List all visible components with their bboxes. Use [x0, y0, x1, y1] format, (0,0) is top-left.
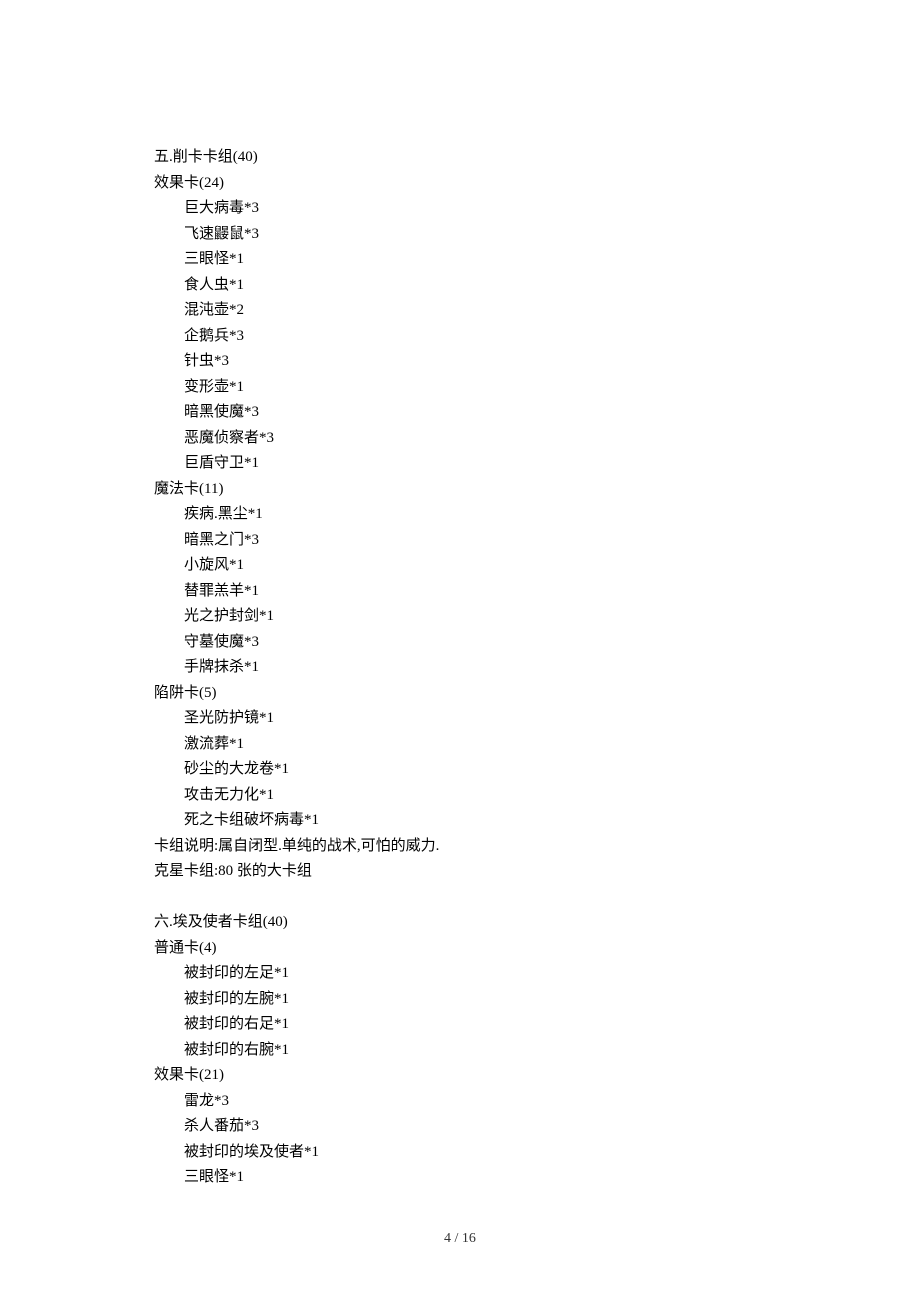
card-item: 光之护封剑*1	[154, 604, 750, 630]
card-item: 圣光防护镜*1	[154, 706, 750, 732]
deck6-title: 六.埃及使者卡组(40)	[154, 910, 750, 936]
spacer	[154, 885, 750, 911]
card-item: 巨盾守卫*1	[154, 451, 750, 477]
card-item: 三眼怪*1	[154, 247, 750, 273]
card-item: 疾病.黑尘*1	[154, 502, 750, 528]
card-item: 激流葬*1	[154, 732, 750, 758]
card-item: 被封印的埃及使者*1	[154, 1140, 750, 1166]
section-header: 陷阱卡(5)	[154, 681, 750, 707]
card-item: 手牌抹杀*1	[154, 655, 750, 681]
section-header: 普通卡(4)	[154, 936, 750, 962]
card-item: 针虫*3	[154, 349, 750, 375]
card-item: 变形壶*1	[154, 375, 750, 401]
card-item: 暗黑使魔*3	[154, 400, 750, 426]
card-item: 被封印的右腕*1	[154, 1038, 750, 1064]
deck5-title: 五.削卡卡组(40)	[154, 145, 750, 171]
page-number: 4 / 16	[0, 1231, 920, 1247]
card-item: 被封印的左腕*1	[154, 987, 750, 1013]
deck-note: 卡组说明:属自闭型.单纯的战术,可怕的威力.	[154, 834, 750, 860]
card-item: 巨大病毒*3	[154, 196, 750, 222]
card-item: 守墓使魔*3	[154, 630, 750, 656]
section-header: 效果卡(24)	[154, 171, 750, 197]
section-header: 效果卡(21)	[154, 1063, 750, 1089]
deck-counter: 克星卡组:80 张的大卡组	[154, 859, 750, 885]
card-item: 替罪羔羊*1	[154, 579, 750, 605]
card-item: 混沌壶*2	[154, 298, 750, 324]
card-item: 小旋风*1	[154, 553, 750, 579]
card-item: 死之卡组破坏病毒*1	[154, 808, 750, 834]
card-item: 被封印的左足*1	[154, 961, 750, 987]
card-item: 飞速鼹鼠*3	[154, 222, 750, 248]
section-header: 魔法卡(11)	[154, 477, 750, 503]
card-item: 三眼怪*1	[154, 1165, 750, 1191]
card-item: 食人虫*1	[154, 273, 750, 299]
card-item: 被封印的右足*1	[154, 1012, 750, 1038]
card-item: 暗黑之门*3	[154, 528, 750, 554]
card-item: 雷龙*3	[154, 1089, 750, 1115]
card-item: 攻击无力化*1	[154, 783, 750, 809]
card-item: 企鹅兵*3	[154, 324, 750, 350]
card-item: 砂尘的大龙卷*1	[154, 757, 750, 783]
document-page: 五.削卡卡组(40) 效果卡(24) 巨大病毒*3 飞速鼹鼠*3 三眼怪*1 食…	[0, 0, 920, 1302]
card-item: 恶魔侦察者*3	[154, 426, 750, 452]
card-item: 杀人番茄*3	[154, 1114, 750, 1140]
